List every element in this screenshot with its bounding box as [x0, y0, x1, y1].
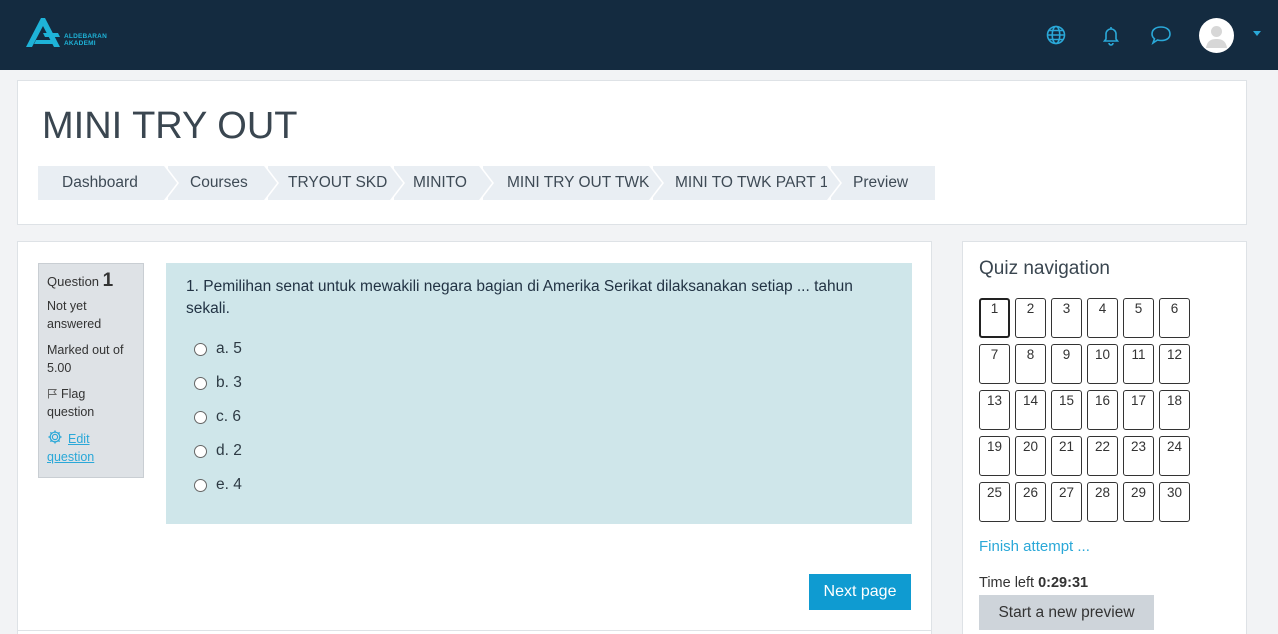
quiz-nav-button-14[interactable]: 14 — [1015, 390, 1046, 430]
quiz-nav-button-16[interactable]: 16 — [1087, 390, 1118, 430]
time-left: Time left 0:29:31 — [979, 575, 1089, 591]
edit-question-link[interactable]: Edit question — [47, 429, 135, 466]
answer-option-a[interactable]: a. 5 — [186, 332, 892, 366]
answer-list: a. 5 b. 3 c. 6 d. 2 e. 4 — [186, 332, 892, 502]
question-info: Question 1 Not yet answered Marked out o… — [38, 263, 144, 478]
quiz-nav-button-10[interactable]: 10 — [1087, 344, 1118, 384]
quiz-nav-button-21[interactable]: 21 — [1051, 436, 1082, 476]
breadcrumb-item-preview[interactable]: Preview — [831, 166, 935, 200]
radio-button[interactable] — [194, 410, 207, 424]
quiz-navigation-panel: Quiz navigation 1 2 3 4 5 6 7 8 9 10 11 12 13 14 15 16 1… — [962, 241, 1247, 634]
breadcrumb-item-minito[interactable]: MINITO — [394, 166, 494, 200]
quiz-nav-button-7[interactable]: 7 — [979, 344, 1010, 384]
question-content: 1. Pemilihan senat untuk mewakili negara… — [166, 263, 912, 524]
answer-option-d[interactable]: d. 2 — [186, 434, 892, 468]
quiz-nav-button-22[interactable]: 22 — [1087, 436, 1118, 476]
breadcrumb: Dashboard Courses TRYOUT SKD MINITO MINI… — [38, 166, 939, 200]
flag-question[interactable]: Flag question — [47, 385, 135, 421]
radio-button[interactable] — [194, 342, 207, 356]
quiz-nav-button-27[interactable]: 27 — [1051, 482, 1082, 522]
quiz-nav-button-12[interactable]: 12 — [1159, 344, 1190, 384]
breadcrumb-item-mini-try-out-twk[interactable]: MINI TRY OUT TWK — [483, 166, 664, 200]
quiz-nav-button-20[interactable]: 20 — [1015, 436, 1046, 476]
breadcrumb-item-mini-to-twk-part-1[interactable]: MINI TO TWK PART 1 — [653, 166, 842, 200]
quiz-nav-button-5[interactable]: 5 — [1123, 298, 1154, 338]
quiz-nav-button-29[interactable]: 29 — [1123, 482, 1154, 522]
brand-name: ALDEBARAN AKADEMI — [64, 33, 107, 47]
user-icon — [1206, 26, 1227, 48]
quiz-navigation-grid: 1 2 3 4 5 6 7 8 9 10 11 12 13 14 15 16 17 18 19 20 21 22 23 24 2… — [979, 298, 1190, 522]
quiz-nav-button-24[interactable]: 24 — [1159, 436, 1190, 476]
quiz-nav-button-2[interactable]: 2 — [1015, 298, 1046, 338]
avatar[interactable] — [1199, 18, 1234, 53]
breadcrumb-item-tryout-skd[interactable]: TRYOUT SKD — [268, 166, 405, 200]
page-title: MINI TRY OUT — [42, 105, 298, 147]
quiz-nav-button-17[interactable]: 17 — [1123, 390, 1154, 430]
divider — [18, 630, 931, 631]
bell-icon[interactable] — [1100, 24, 1122, 46]
answer-option-e[interactable]: e. 4 — [186, 468, 892, 502]
breadcrumb-item-courses[interactable]: Courses — [168, 166, 279, 200]
breadcrumb-item-dashboard[interactable]: Dashboard — [38, 166, 179, 200]
quiz-nav-button-19[interactable]: 19 — [979, 436, 1010, 476]
quiz-nav-button-25[interactable]: 25 — [979, 482, 1010, 522]
answer-option-b[interactable]: b. 3 — [186, 366, 892, 400]
radio-button[interactable] — [194, 376, 207, 390]
quiz-nav-button-8[interactable]: 8 — [1015, 344, 1046, 384]
finish-attempt-link[interactable]: Finish attempt ... — [979, 538, 1090, 555]
question-marks: Marked out of 5.00 — [47, 343, 124, 375]
quiz-nav-button-6[interactable]: 6 — [1159, 298, 1190, 338]
answer-option-c[interactable]: c. 6 — [186, 400, 892, 434]
quiz-nav-button-4[interactable]: 4 — [1087, 298, 1118, 338]
quiz-nav-button-3[interactable]: 3 — [1051, 298, 1082, 338]
next-page-button[interactable]: Next page — [809, 574, 911, 610]
quiz-nav-button-30[interactable]: 30 — [1159, 482, 1190, 522]
quiz-navigation-title: Quiz navigation — [979, 258, 1110, 279]
quiz-nav-button-9[interactable]: 9 — [1051, 344, 1082, 384]
chat-icon[interactable] — [1149, 24, 1171, 46]
quiz-nav-button-11[interactable]: 11 — [1123, 344, 1154, 384]
quiz-nav-button-26[interactable]: 26 — [1015, 482, 1046, 522]
start-new-preview-button[interactable]: Start a new preview — [979, 595, 1154, 630]
gear-icon — [48, 430, 62, 444]
question-panel: Question 1 Not yet answered Marked out o… — [17, 241, 932, 634]
globe-icon[interactable] — [1045, 24, 1067, 46]
radio-button[interactable] — [194, 444, 207, 458]
logo-icon — [26, 18, 60, 47]
quiz-nav-button-13[interactable]: 13 — [979, 390, 1010, 430]
page-header: MINI TRY OUT Dashboard Courses TRYOUT SK… — [17, 80, 1247, 225]
question-number: Question 1 — [47, 270, 114, 291]
brand-logo[interactable]: ALDEBARAN AKADEMI — [24, 15, 116, 51]
quiz-nav-button-1[interactable]: 1 — [979, 298, 1010, 338]
radio-button[interactable] — [194, 478, 207, 492]
question-text: 1. Pemilihan senat untuk mewakili negara… — [186, 278, 853, 317]
top-navbar: ALDEBARAN AKADEMI — [0, 0, 1278, 70]
quiz-nav-button-28[interactable]: 28 — [1087, 482, 1118, 522]
chevron-down-icon[interactable] — [1253, 31, 1261, 36]
quiz-nav-button-23[interactable]: 23 — [1123, 436, 1154, 476]
quiz-nav-button-18[interactable]: 18 — [1159, 390, 1190, 430]
quiz-nav-button-15[interactable]: 15 — [1051, 390, 1082, 430]
flag-icon — [48, 389, 58, 399]
question-state: Not yet answered — [47, 299, 102, 331]
